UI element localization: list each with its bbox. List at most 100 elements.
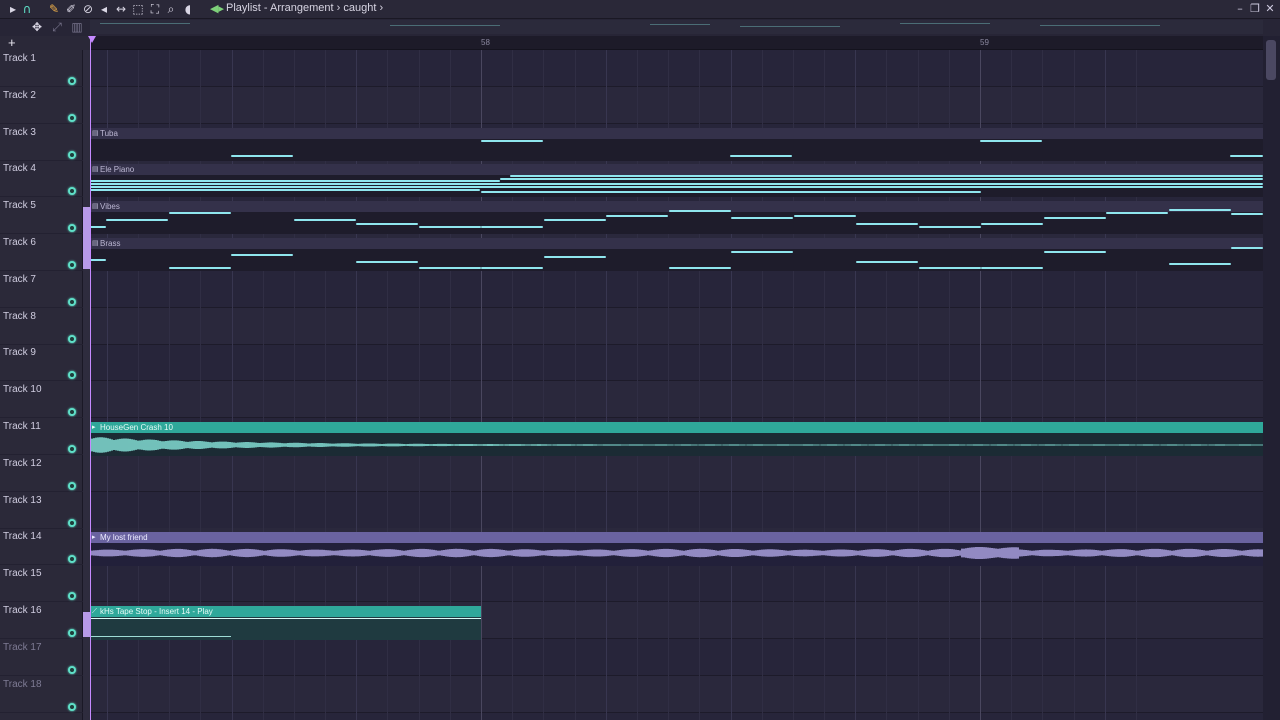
track-mute-led[interactable] (68, 334, 76, 343)
audio-clip-my-lost-friend[interactable]: ▸ My lost friend (90, 532, 1263, 567)
track-mute-led[interactable] (68, 150, 76, 159)
add-track-button[interactable]: + (8, 36, 20, 50)
zoom-icon[interactable]: ⛶ (148, 2, 162, 16)
note (1169, 263, 1231, 265)
track-mute-led[interactable] (68, 555, 76, 564)
track-header[interactable]: Track 16 (0, 602, 83, 639)
timeline-ruler[interactable]: 58 59 (90, 36, 1263, 50)
note (90, 189, 480, 192)
track-name: Track 8 (3, 310, 36, 322)
track-mute-led[interactable] (68, 665, 76, 674)
mute-icon[interactable]: ◂ (97, 2, 111, 16)
scrollbar-thumb[interactable] (1266, 40, 1276, 80)
track-lane[interactable] (90, 565, 1263, 603)
track-lane[interactable] (90, 344, 1263, 382)
track-header[interactable]: Track 4 (0, 160, 83, 198)
magnifier-icon[interactable]: ⌕ (164, 2, 178, 16)
track-mute-led[interactable] (68, 297, 76, 306)
close-button[interactable]: ✕ (1263, 2, 1277, 16)
audio-waveform (90, 547, 1263, 560)
automation-clip-tape-stop[interactable]: ⟋ kHs Tape Stop - Insert 14 - Play (90, 606, 481, 640)
track-header[interactable]: Track 5 (0, 197, 83, 235)
playback-icon[interactable]: ◖ (181, 2, 195, 16)
track-lane[interactable] (90, 381, 1263, 419)
track-header[interactable]: Track 10 (0, 381, 83, 419)
delete-icon[interactable]: ⊘ (81, 2, 95, 16)
note (231, 254, 293, 256)
track-lane[interactable] (90, 50, 1263, 87)
pattern-clip-brass[interactable]: ▤ Brass (90, 238, 1263, 271)
note (731, 251, 793, 253)
track-lane[interactable] (90, 271, 1263, 308)
pattern-clip-vibes[interactable]: ▤ Vibes (90, 201, 1263, 235)
note (990, 175, 1263, 178)
track-lane[interactable] (90, 639, 1263, 676)
note (419, 226, 481, 229)
track-header[interactable]: Track 18 (0, 676, 83, 713)
track-mute-led[interactable] (68, 702, 76, 711)
track-lane[interactable] (90, 86, 1263, 124)
note (1106, 212, 1168, 215)
track-header[interactable]: Track 2 (0, 87, 83, 124)
clip-name: Brass (100, 239, 121, 248)
track-mute-led[interactable] (68, 187, 76, 196)
select-icon[interactable]: ⬚ (131, 2, 145, 16)
track-mute-led[interactable] (68, 481, 76, 490)
pattern-clip-ele-piano[interactable]: ▤ Ele Piano (90, 164, 1263, 198)
vertical-scrollbar[interactable] (1263, 36, 1280, 720)
pencil-icon[interactable]: ✎ (47, 2, 61, 16)
track-lane[interactable] (90, 492, 1263, 529)
clip-label: ▤ Tuba (90, 127, 1263, 139)
track-mute-led[interactable] (68, 629, 76, 637)
track-header[interactable]: Track 3 (0, 124, 83, 161)
track-mute-led[interactable] (68, 445, 76, 453)
track-lane[interactable] (90, 454, 1263, 492)
note (544, 256, 606, 258)
maximize-button[interactable]: ❐ (1248, 2, 1262, 16)
note (510, 175, 1000, 178)
track-header[interactable]: Track 9 (0, 344, 83, 382)
track-mute-led[interactable] (68, 518, 76, 527)
track-header[interactable]: Track 1 (0, 50, 83, 87)
playlist-grid[interactable]: ▤ Tuba ▤ Ele Piano ▤ Vibes ▤ Brass ▸ HouseGen Cra… (90, 50, 1263, 720)
playhead-marker[interactable] (88, 36, 96, 43)
magnet-icon[interactable]: ∩ (20, 2, 34, 16)
clip-label: ▸ My lost friend (90, 532, 1263, 544)
paint-icon[interactable]: ✐ (64, 2, 78, 16)
grid-icon[interactable]: ▥ (70, 20, 84, 34)
track-lane[interactable] (90, 307, 1263, 345)
pattern-clip-tuba[interactable]: ▤ Tuba (90, 127, 1263, 161)
minimize-button[interactable]: – (1233, 2, 1247, 16)
track-mute-led[interactable] (68, 371, 76, 380)
playhead[interactable] (90, 38, 91, 720)
menu-arrow-icon[interactable]: ▸ (6, 2, 20, 16)
track-mute-led[interactable] (68, 261, 76, 269)
track-header[interactable]: Track 12 (0, 455, 83, 492)
note (981, 267, 1043, 269)
note (500, 178, 1000, 181)
track-header[interactable]: Track 11 (0, 418, 83, 455)
track-lane[interactable] (90, 675, 1263, 713)
arrangement-overview[interactable] (90, 20, 1263, 34)
note (1044, 217, 1106, 220)
slip-icon[interactable]: ↔ (114, 2, 128, 16)
track-header[interactable]: Track 8 (0, 308, 83, 345)
play-icon[interactable]: ◀▸ (210, 2, 224, 16)
track-mute-led[interactable] (68, 592, 76, 601)
snap-icon[interactable]: ✥ (30, 20, 44, 34)
track-mute-led[interactable] (68, 224, 76, 233)
track-mute-led[interactable] (68, 408, 76, 417)
track-mute-led[interactable] (68, 113, 76, 122)
track-header[interactable]: Track 17 (0, 639, 83, 676)
track-mute-led[interactable] (68, 77, 76, 85)
stretch-icon[interactable]: ⤢ (50, 20, 64, 34)
track-header[interactable]: Track 13 (0, 492, 83, 529)
note (106, 219, 168, 222)
note (1230, 154, 1263, 157)
track-header[interactable]: Track 14 (0, 528, 83, 566)
track-header[interactable]: Track 7 (0, 271, 83, 308)
track-header[interactable]: Track 15 (0, 565, 83, 603)
track-name: Track 12 (3, 457, 42, 469)
track-header[interactable]: Track 6 (0, 234, 83, 271)
audio-clip-housegen-crash[interactable]: ▸ HouseGen Crash 10 (90, 422, 1263, 456)
